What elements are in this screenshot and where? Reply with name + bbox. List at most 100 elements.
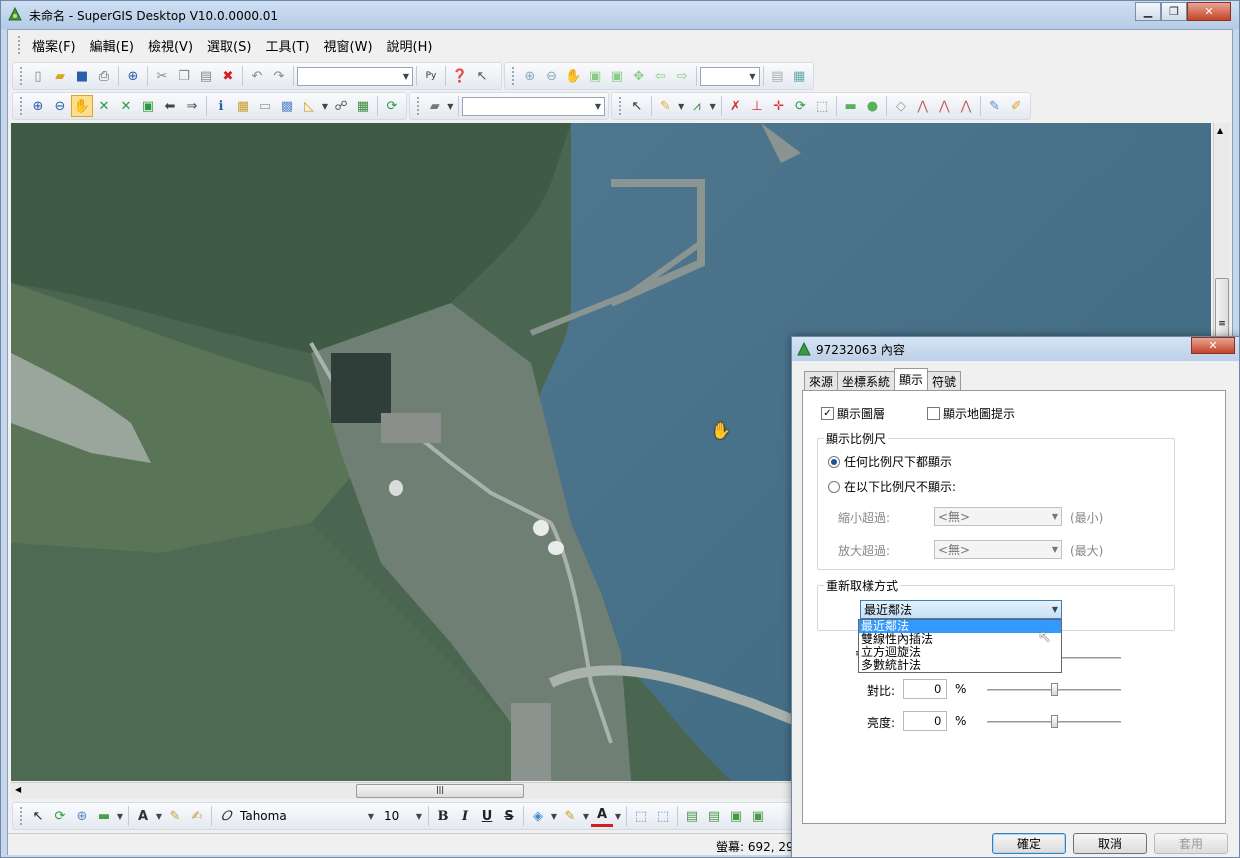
- group-icon[interactable]: ⬚: [630, 805, 652, 827]
- strikethrough-button[interactable]: S: [498, 805, 520, 827]
- attribute-table-icon[interactable]: ▦: [352, 95, 374, 117]
- select-features-icon[interactable]: ▦: [232, 95, 254, 117]
- measure-dropdown-icon[interactable]: ▼: [320, 95, 330, 117]
- text-tool-icon[interactable]: A: [132, 805, 154, 827]
- italic-button[interactable]: I: [454, 805, 476, 827]
- line-color-dropdown-icon[interactable]: ▼: [581, 805, 591, 827]
- zoom-out-icon[interactable]: ⊖: [49, 95, 71, 117]
- pan-icon[interactable]: ✋: [71, 95, 93, 117]
- measure-icon[interactable]: ◺: [298, 95, 320, 117]
- cut-icon[interactable]: ✂: [151, 65, 173, 87]
- map-scale-combo[interactable]: ▼: [297, 66, 413, 86]
- send-back-icon[interactable]: ▤: [703, 805, 725, 827]
- fill-color-dropdown-icon[interactable]: ▼: [549, 805, 559, 827]
- menu-select[interactable]: 選取(S): [200, 36, 258, 55]
- fixed-zoom-in-icon[interactable]: ✕: [93, 95, 115, 117]
- editor-dropdown-icon[interactable]: ▼: [445, 95, 455, 117]
- min-scale-combo[interactable]: <無> ▼: [934, 507, 1062, 526]
- font-color-icon[interactable]: A: [591, 805, 613, 827]
- vertex-dropdown-icon[interactable]: ▼: [708, 95, 718, 117]
- close-button[interactable]: ✕: [1187, 2, 1231, 21]
- edit-tool-icon[interactable]: ↖: [626, 95, 648, 117]
- page-layout-icon[interactable]: ▤: [767, 65, 789, 87]
- bring-forward-icon[interactable]: ▣: [725, 805, 747, 827]
- font-color-dropdown-icon[interactable]: ▼: [613, 805, 623, 827]
- menu-edit[interactable]: 編輯(E): [83, 36, 141, 55]
- reshape-icon[interactable]: ◇: [890, 95, 912, 117]
- editor-menu-icon[interactable]: ▰: [424, 95, 445, 117]
- ok-button[interactable]: 確定: [992, 833, 1066, 854]
- target-layer-combo[interactable]: ▼: [462, 96, 606, 116]
- menu-window[interactable]: 視窗(W): [317, 36, 380, 55]
- sketch-tool-icon[interactable]: ✎: [655, 95, 677, 117]
- cross-icon[interactable]: ✛: [768, 95, 790, 117]
- forward-extent-icon[interactable]: ⇒: [181, 95, 203, 117]
- contrast-input[interactable]: [903, 679, 947, 699]
- vertex-tool-icon[interactable]: ⩘: [686, 95, 708, 117]
- max-scale-combo[interactable]: <無> ▼: [934, 540, 1062, 559]
- open-folder-icon[interactable]: ▰: [49, 65, 71, 87]
- radio-show-all-scales[interactable]: 任何比例尺下都顯示: [828, 453, 952, 470]
- radio-scale-range[interactable]: 在以下比例尺不顯示:: [828, 478, 956, 495]
- line-color-icon[interactable]: ✎: [559, 805, 581, 827]
- rectangle-fill-icon[interactable]: ▬: [840, 95, 862, 117]
- contrast-slider-thumb[interactable]: [1051, 683, 1058, 696]
- undo-icon[interactable]: ↶: [246, 65, 268, 87]
- add-data-icon[interactable]: ⊕: [122, 65, 144, 87]
- layout-zoom-out-icon[interactable]: ⊖: [541, 65, 563, 87]
- tab-symbol[interactable]: 符號: [927, 371, 962, 390]
- layout-zoom-fixed-out-icon[interactable]: ▣: [606, 65, 628, 87]
- vscroll-thumb[interactable]: ≡: [1215, 278, 1229, 338]
- menu-help[interactable]: 說明(H): [380, 36, 440, 55]
- contrast-slider[interactable]: [987, 683, 1121, 696]
- scroll-up-icon[interactable]: ▲: [1217, 126, 1223, 135]
- redo-icon[interactable]: ↷: [268, 65, 290, 87]
- rotate-icon[interactable]: ⟳: [790, 95, 812, 117]
- rotate-element-icon[interactable]: ⟳: [49, 805, 71, 827]
- dialog-close-button[interactable]: ✕: [1191, 337, 1235, 354]
- copy-icon[interactable]: ❐: [173, 65, 195, 87]
- ungroup-icon[interactable]: ⬚: [652, 805, 674, 827]
- menu-file[interactable]: 檔案(F): [25, 36, 83, 55]
- full-extent-icon[interactable]: ▣: [137, 95, 159, 117]
- menu-view[interactable]: 檢視(V): [141, 36, 200, 55]
- select-elements-icon[interactable]: ↖: [27, 805, 49, 827]
- toolbar-grip[interactable]: [619, 97, 622, 115]
- layout-zoom-fixed-in-icon[interactable]: ▣: [584, 65, 606, 87]
- brightness-slider-thumb[interactable]: [1051, 715, 1058, 728]
- whats-this-icon[interactable]: ↖: [471, 65, 493, 87]
- hscroll-thumb[interactable]: |||: [356, 784, 524, 798]
- font-size-combo[interactable]: 10 ▼: [381, 807, 425, 826]
- union-icon[interactable]: ⋀: [933, 95, 955, 117]
- brightness-input[interactable]: [903, 711, 947, 731]
- zoom-element-icon[interactable]: ⊕: [71, 805, 93, 827]
- map-horizontal-scrollbar[interactable]: ◀ |||: [11, 782, 791, 799]
- back-extent-icon[interactable]: ⬅: [159, 95, 181, 117]
- toolbar-grip[interactable]: [20, 97, 23, 115]
- scroll-left-icon[interactable]: ◀: [15, 785, 21, 794]
- toolbar-grip[interactable]: [417, 97, 420, 115]
- perpendicular-icon[interactable]: ⊥: [746, 95, 768, 117]
- tab-coordinate-system[interactable]: 坐標系統: [837, 371, 896, 390]
- brightness-slider[interactable]: [987, 715, 1121, 728]
- apply-button[interactable]: 套用: [1154, 833, 1228, 854]
- layout-zoom-combo[interactable]: ▼: [700, 66, 760, 86]
- bring-front-icon[interactable]: ▤: [681, 805, 703, 827]
- show-layer-checkbox[interactable]: ✓ 顯示圖層: [821, 405, 885, 422]
- identify-icon[interactable]: ℹ: [210, 95, 232, 117]
- rectangle-dropdown-icon[interactable]: ▼: [115, 805, 125, 827]
- underline-button[interactable]: U: [476, 805, 498, 827]
- save-icon[interactable]: ■: [71, 65, 93, 87]
- toolbar-grip[interactable]: [512, 67, 515, 85]
- hyperlink-icon[interactable]: ▭: [254, 95, 276, 117]
- paste-icon[interactable]: ▤: [195, 65, 217, 87]
- layout-back-icon[interactable]: ⇦: [650, 65, 672, 87]
- python-icon[interactable]: Py: [420, 65, 442, 87]
- layout-full-extent-icon[interactable]: ✥: [628, 65, 650, 87]
- toolbar-grip[interactable]: [20, 67, 23, 85]
- zoom-in-icon[interactable]: ⊕: [27, 95, 49, 117]
- sketch-dropdown-icon[interactable]: ▼: [676, 95, 686, 117]
- layout-pan-icon[interactable]: ✋: [563, 65, 585, 87]
- fixed-zoom-out-icon[interactable]: ✕: [115, 95, 137, 117]
- show-map-tips-checkbox[interactable]: 顯示地圖提示: [927, 405, 1015, 422]
